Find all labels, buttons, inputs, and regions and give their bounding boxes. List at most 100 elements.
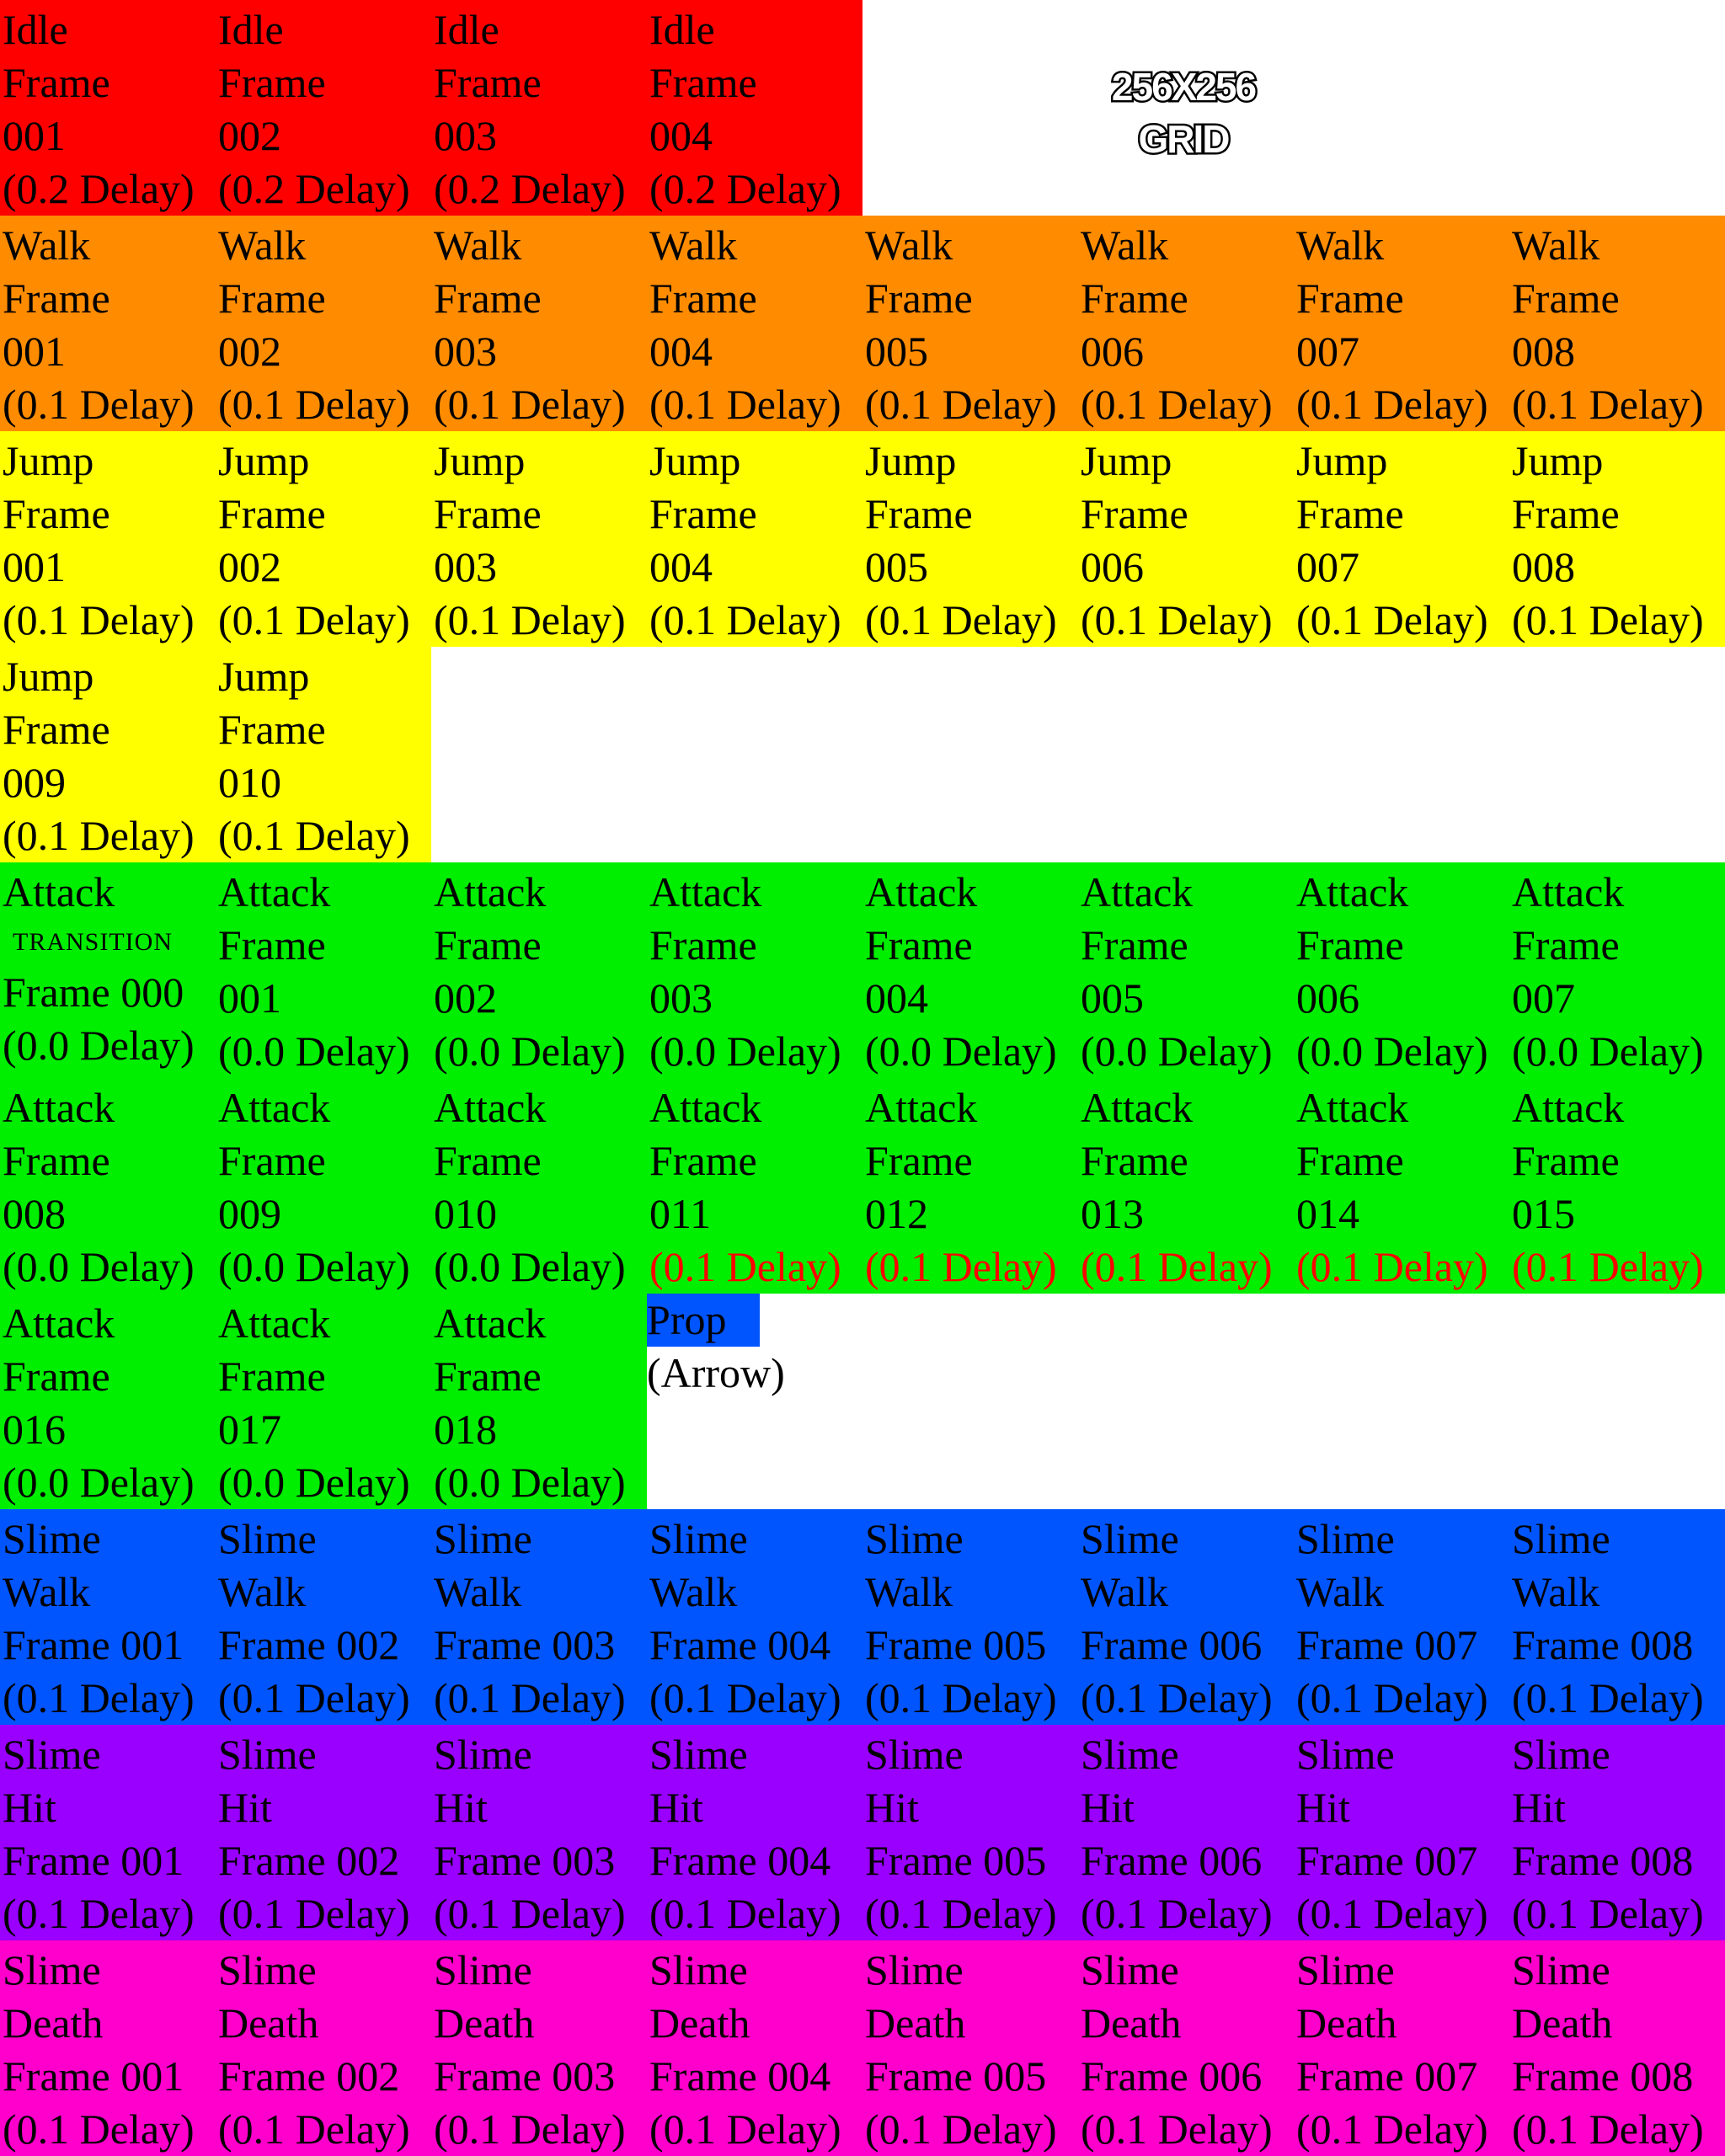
frame-cell: Attack Frame 004 (0.0 Delay) [862,862,1078,1078]
frame-cell-line: (0.1 Delay) [1512,596,1704,643]
frame-cell-line: 007 [1296,543,1359,590]
frame-cell: Attack Frame 011 (0.1 Delay) [647,1078,862,1294]
frame-cell-line: Frame 004 [649,1621,831,1668]
frame-cell-line: Frame [1081,921,1188,969]
frame-cell-line: Frame [1296,490,1404,537]
frame-cell-line: (0.1 Delay) [218,381,410,428]
frame-cell-line: 008 [1512,328,1575,375]
frame-cell-line: (0.1 Delay) [865,2105,1057,2153]
frame-cell: Idle Frame 001 (0.2 Delay) [0,0,216,216]
frame-cell-line: (0.1 Delay) [1296,1890,1488,1937]
frame-cell-line: Frame 001 [3,1837,184,1884]
frame-cell: Slime Death Frame 007 (0.1 Delay) [1294,1940,1509,2156]
frame-cell-line: Slime [218,1946,317,1993]
frame-cell-line: Frame 004 [649,1837,831,1884]
frame-cell-line: Death [434,1999,535,2047]
frame-cell-line: (0.1 Delay) [1296,2105,1488,2153]
frame-cell-line: 010 [434,1190,497,1237]
frame-cell-line: (0.1 Delay) [434,1890,626,1937]
frame-cell-line: 006 [1081,328,1144,375]
frame-cell-line: Frame [865,490,973,537]
frame-cell-line: (0.0 Delay) [434,1459,626,1506]
frame-cell-line: 015 [1512,1190,1575,1237]
frame-cell-line: Death [1512,1999,1613,2047]
frame-cell-line: Attack [1296,1084,1409,1131]
frame-cell-line: 004 [649,543,713,590]
frame-cell-line: (0.1 Delay) [434,1674,626,1721]
frame-cell-line: 002 [434,974,497,1022]
frame-cell-line: (0.1 Delay) [1081,1890,1273,1937]
frame-cell-line: 003 [649,974,713,1022]
grid-size-label-line1: 256X256 [1109,63,1258,111]
frame-cell-line: Death [649,1999,750,2047]
frame-cell-line: Walk [1512,1568,1600,1615]
frame-cell-line: Frame [3,275,110,322]
frame-cell-line: (0.0 Delay) [649,1027,841,1075]
frame-cell-line: (0.1 Delay) [865,1890,1057,1937]
frame-cell-line: Frame 003 [434,2052,616,2100]
frame-cell-line: (0.0 Delay) [1081,1027,1273,1075]
frame-cell-line: (0.1 Delay) [218,2105,410,2153]
frame-cell: Attack Frame 016 (0.0 Delay) [0,1294,216,1509]
frame-cell: Attack Frame 003 (0.0 Delay) [647,862,862,1078]
frame-cell-line: Frame 001 [3,1621,184,1668]
frame-cell: Slime Death Frame 001 (0.1 Delay) [0,1940,216,2156]
frame-cell-line: Slime [865,1515,964,1562]
frame-cell-line: (0.1 Delay) [1296,381,1488,428]
frame-cell-line: (0.0 Delay) [218,1243,410,1290]
frame-cell-line: (0.1 Delay) [218,812,410,859]
frame-cell: Slime Hit Frame 004 (0.1 Delay) [647,1725,862,1940]
frame-cell-line: Frame [865,1137,973,1184]
frame-cell-line: (0.1 Delay) [649,596,841,643]
frame-cell: Slime Walk Frame 007 (0.1 Delay) [1294,1509,1509,1725]
frame-cell-line: Attack [434,868,547,915]
frame-cell-line: 011 [649,1190,712,1237]
frame-cell: Jump Frame 004 (0.1 Delay) [647,431,862,647]
frame-cell-line: Frame 007 [1296,2052,1478,2100]
frame-cell-line: 002 [218,543,281,590]
frame-cell-line: (0.1 Delay) [3,596,195,643]
frame-cell-line: TRANSITION [13,928,173,956]
frame-cell-line: Frame [218,1353,326,1400]
frame-cell-line: Frame [218,1137,326,1184]
frame-cell-line: Slime [1296,1731,1395,1778]
frame-cell: Attack Frame 001 (0.0 Delay) [216,862,431,1078]
frame-cell-line: Slime [1081,1731,1179,1778]
frame-cell-line: Frame [1081,490,1188,537]
frame-cell-line: Death [865,1999,966,2047]
frame-cell-line: Frame 008 [1512,1837,1694,1884]
frame-cell-line: Frame 006 [1081,2052,1263,2100]
frame-cell-line: Attack [1296,868,1409,915]
frame-cell-line: Frame [649,59,757,106]
frame-cell: Slime Death Frame 004 (0.1 Delay) [647,1940,862,2156]
frame-cell-line: 013 [1081,1190,1144,1237]
frame-cell-line: (0.0 Delay) [1296,1027,1488,1075]
frame-cell-line: Frame [218,59,326,106]
frame-cell-line: (0.1 Delay) [1296,596,1488,643]
frame-cell: Slime Hit Frame 006 (0.1 Delay) [1078,1725,1294,1940]
frame-cell-line: Slime [218,1515,317,1562]
frame-cell-line: Slime [218,1731,317,1778]
frame-cell-line: 008 [1512,543,1575,590]
frame-cell: Slime Death Frame 002 (0.1 Delay) [216,1940,431,2156]
frame-cell-line: 009 [218,1190,281,1237]
frame-cell-line: Attack [1512,1084,1625,1131]
frame-cell-line: Slime [3,1946,101,1993]
frame-cell-line: Frame [1296,1137,1404,1184]
frame-cell: Jump Frame 002 (0.1 Delay) [216,431,431,647]
frame-cell-line: Attack [865,868,978,915]
frame-cell-line: (0.0 Delay) [865,1027,1057,1075]
frame-cell-line: (0.1 Delay) [3,1674,195,1721]
prop-sublabel: (Arrow) [647,1349,785,1396]
frame-cell-line: (0.1 Delay) [865,1243,1057,1290]
grid-size-label-line2: GRID [1136,115,1232,163]
frame-cell-line: 010 [218,759,281,806]
frame-cell-line: Walk [1296,1568,1385,1615]
frame-cell-line: Frame 005 [865,1621,1047,1668]
frame-cell-line: Jump [1512,437,1604,484]
frame-cell-line: 016 [3,1406,66,1453]
frame-cell-line: 001 [3,112,66,159]
frame-cell-line: Slime [865,1946,964,1993]
frame-cell-line: Frame [649,921,757,969]
frame-cell-line: 001 [3,328,66,375]
